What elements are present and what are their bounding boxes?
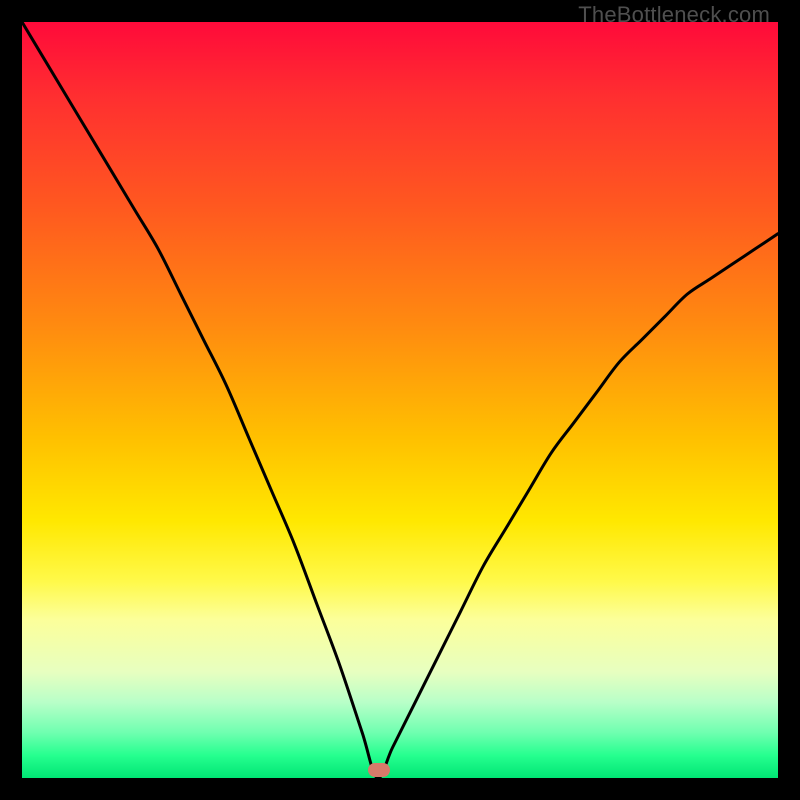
bottleneck-curve: [22, 22, 778, 778]
plot-area: [22, 22, 778, 778]
chart-frame: TheBottleneck.com: [0, 0, 800, 800]
minimum-marker: [368, 763, 390, 777]
watermark-text: TheBottleneck.com: [578, 2, 770, 28]
